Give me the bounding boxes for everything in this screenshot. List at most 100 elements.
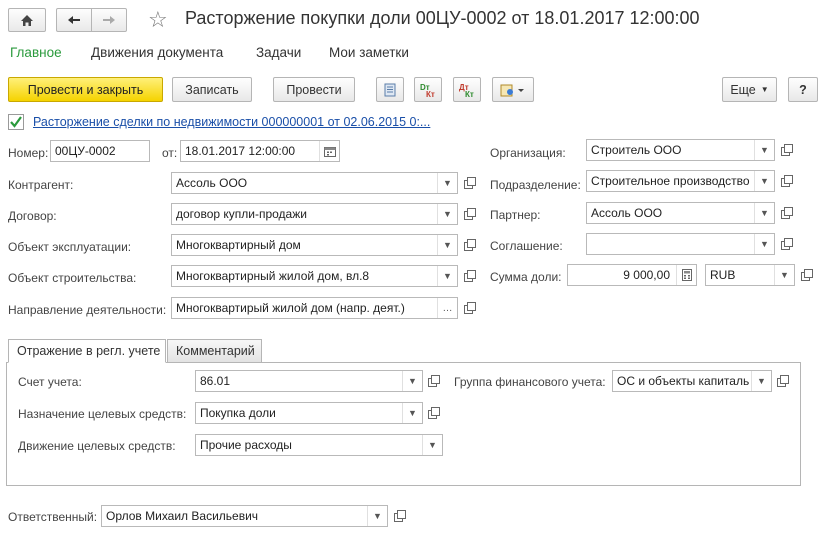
dt-kt-movements-button[interactable]: Дт Кт — [453, 77, 481, 102]
open-icon[interactable] — [778, 139, 796, 161]
counterparty-label: Контрагент: — [8, 178, 74, 192]
currency-field[interactable]: RUB ▼ — [705, 264, 795, 286]
back-button[interactable] — [56, 8, 92, 32]
dt-kt-button[interactable]: Dт Кт — [414, 77, 442, 102]
share-field[interactable]: 9 000,00 — [567, 264, 697, 286]
open-icon[interactable] — [778, 170, 796, 192]
page-title: Расторжение покупки доли 00ЦУ-0002 от 18… — [185, 8, 700, 28]
more-label: Еще — [730, 82, 756, 97]
tab-accounting[interactable]: Отражение в регл. учете — [8, 339, 166, 363]
fin-group-value: ОС и объекты капиталь — [617, 374, 750, 388]
open-icon[interactable] — [461, 172, 479, 194]
purpose-field[interactable]: Покупка доли ▼ — [195, 402, 423, 424]
chevron-down-icon[interactable]: ▼ — [422, 435, 442, 455]
activity-label: Направление деятельности: — [8, 303, 167, 317]
activity-value: Многоквартирый жилой дом (напр. деят.) — [176, 301, 405, 315]
chevron-down-icon[interactable]: ▼ — [437, 235, 457, 255]
svg-text:Кт: Кт — [465, 90, 474, 98]
division-field[interactable]: Строительное производство ▼ — [586, 170, 775, 192]
movement-label: Движение целевых средств: — [18, 439, 176, 453]
chevron-down-icon[interactable]: ▼ — [754, 140, 774, 160]
open-icon[interactable] — [774, 370, 792, 392]
open-icon[interactable] — [461, 265, 479, 287]
partner-field[interactable]: Ассоль ООО ▼ — [586, 202, 775, 224]
post-and-close-button[interactable]: Провести и закрыть — [8, 77, 163, 102]
activity-field[interactable]: Многоквартирый жилой дом (напр. деят.) … — [171, 297, 458, 319]
chevron-down-icon[interactable]: ▼ — [367, 506, 387, 526]
date-label: от: — [162, 146, 178, 160]
chevron-down-icon: ▼ — [760, 85, 769, 94]
agreement-label: Соглашение: — [490, 239, 563, 253]
menu-tasks[interactable]: Задачи — [256, 45, 301, 60]
partner-label: Партнер: — [490, 208, 541, 222]
account-field[interactable]: 86.01 ▼ — [195, 370, 423, 392]
basis-checkbox[interactable] — [8, 114, 24, 130]
star-icon[interactable]: ☆ — [148, 7, 168, 33]
ellipsis-icon[interactable]: … — [437, 298, 457, 318]
account-value: 86.01 — [200, 374, 231, 388]
account-label: Счет учета: — [18, 375, 82, 389]
construction-value: Многоквартирный жилой дом, вл.8 — [176, 269, 370, 283]
object-field[interactable]: Многоквартирный дом ▼ — [171, 234, 458, 256]
tab-comment[interactable]: Комментарий — [167, 339, 262, 363]
more-button[interactable]: Еще ▼ — [722, 77, 777, 102]
arrow-left-icon — [68, 16, 80, 24]
menu-notes[interactable]: Мои заметки — [329, 45, 409, 60]
arrow-right-icon — [103, 16, 115, 24]
chevron-down-icon[interactable]: ▼ — [437, 173, 457, 193]
chevron-down-icon[interactable]: ▼ — [437, 266, 457, 286]
construction-field[interactable]: Многоквартирный жилой дом, вл.8 ▼ — [171, 265, 458, 287]
responsible-value: Орлов Михаил Васильевич — [106, 509, 259, 523]
chevron-down-icon[interactable]: ▼ — [402, 371, 422, 391]
open-icon[interactable] — [778, 202, 796, 224]
object-value: Многоквартирный дом — [176, 238, 301, 252]
chevron-down-icon[interactable]: ▼ — [402, 403, 422, 423]
tab-connector — [9, 361, 165, 363]
movement-field[interactable]: Прочие расходы ▼ — [195, 434, 443, 456]
open-icon[interactable] — [425, 370, 443, 392]
post-button[interactable]: Провести — [273, 77, 355, 102]
counterparty-field[interactable]: Ассоль ООО ▼ — [171, 172, 458, 194]
open-icon[interactable] — [461, 203, 479, 225]
responsible-label: Ответственный: — [8, 510, 98, 524]
calculator-icon[interactable] — [676, 265, 696, 285]
forward-button[interactable] — [91, 8, 127, 32]
save-button[interactable]: Записать — [172, 77, 252, 102]
fin-group-field[interactable]: ОС и объекты капиталь ▼ — [612, 370, 772, 392]
open-icon[interactable] — [461, 297, 479, 319]
open-icon[interactable] — [391, 505, 409, 527]
purpose-value: Покупка доли — [200, 406, 276, 420]
partner-value: Ассоль ООО — [591, 206, 663, 220]
chevron-down-icon[interactable]: ▼ — [754, 203, 774, 223]
open-icon[interactable] — [798, 264, 816, 286]
counterparty-value: Ассоль ООО — [176, 176, 248, 190]
home-button[interactable] — [8, 8, 46, 32]
number-field[interactable]: 00ЦУ-0002 — [50, 140, 150, 162]
menu-movements[interactable]: Движения документа — [91, 45, 223, 60]
org-field[interactable]: Строитель ООО ▼ — [586, 139, 775, 161]
chevron-down-icon[interactable]: ▼ — [774, 265, 794, 285]
chevron-down-icon[interactable]: ▼ — [754, 234, 774, 254]
create-based-on-button[interactable] — [492, 77, 534, 102]
chevron-down-icon[interactable]: ▼ — [751, 371, 771, 391]
basis-document-link[interactable]: Расторжение сделки по недвижимости 00000… — [33, 115, 430, 129]
chevron-down-icon[interactable]: ▼ — [437, 204, 457, 224]
agreement-field[interactable]: ▼ — [586, 233, 775, 255]
responsible-field[interactable]: Орлов Михаил Васильевич ▼ — [101, 505, 388, 527]
chevron-down-icon[interactable]: ▼ — [754, 171, 774, 191]
report-button[interactable] — [376, 77, 404, 102]
contract-field[interactable]: договор купли-продажи ▼ — [171, 203, 458, 225]
menu-main[interactable]: Главное — [10, 45, 62, 60]
org-value: Строитель ООО — [591, 143, 682, 157]
date-field[interactable]: 18.01.2017 12:00:00 — [180, 140, 340, 162]
checkmark-icon — [10, 116, 22, 128]
help-button[interactable]: ? — [788, 77, 818, 102]
calendar-icon[interactable] — [319, 141, 339, 161]
open-icon[interactable] — [778, 233, 796, 255]
movement-value: Прочие расходы — [200, 438, 292, 452]
share-value: 9 000,00 — [623, 268, 670, 282]
open-icon[interactable] — [461, 234, 479, 256]
svg-text:Кт: Кт — [426, 90, 435, 98]
fin-group-label: Группа финансового учета: — [454, 375, 606, 389]
open-icon[interactable] — [425, 402, 443, 424]
